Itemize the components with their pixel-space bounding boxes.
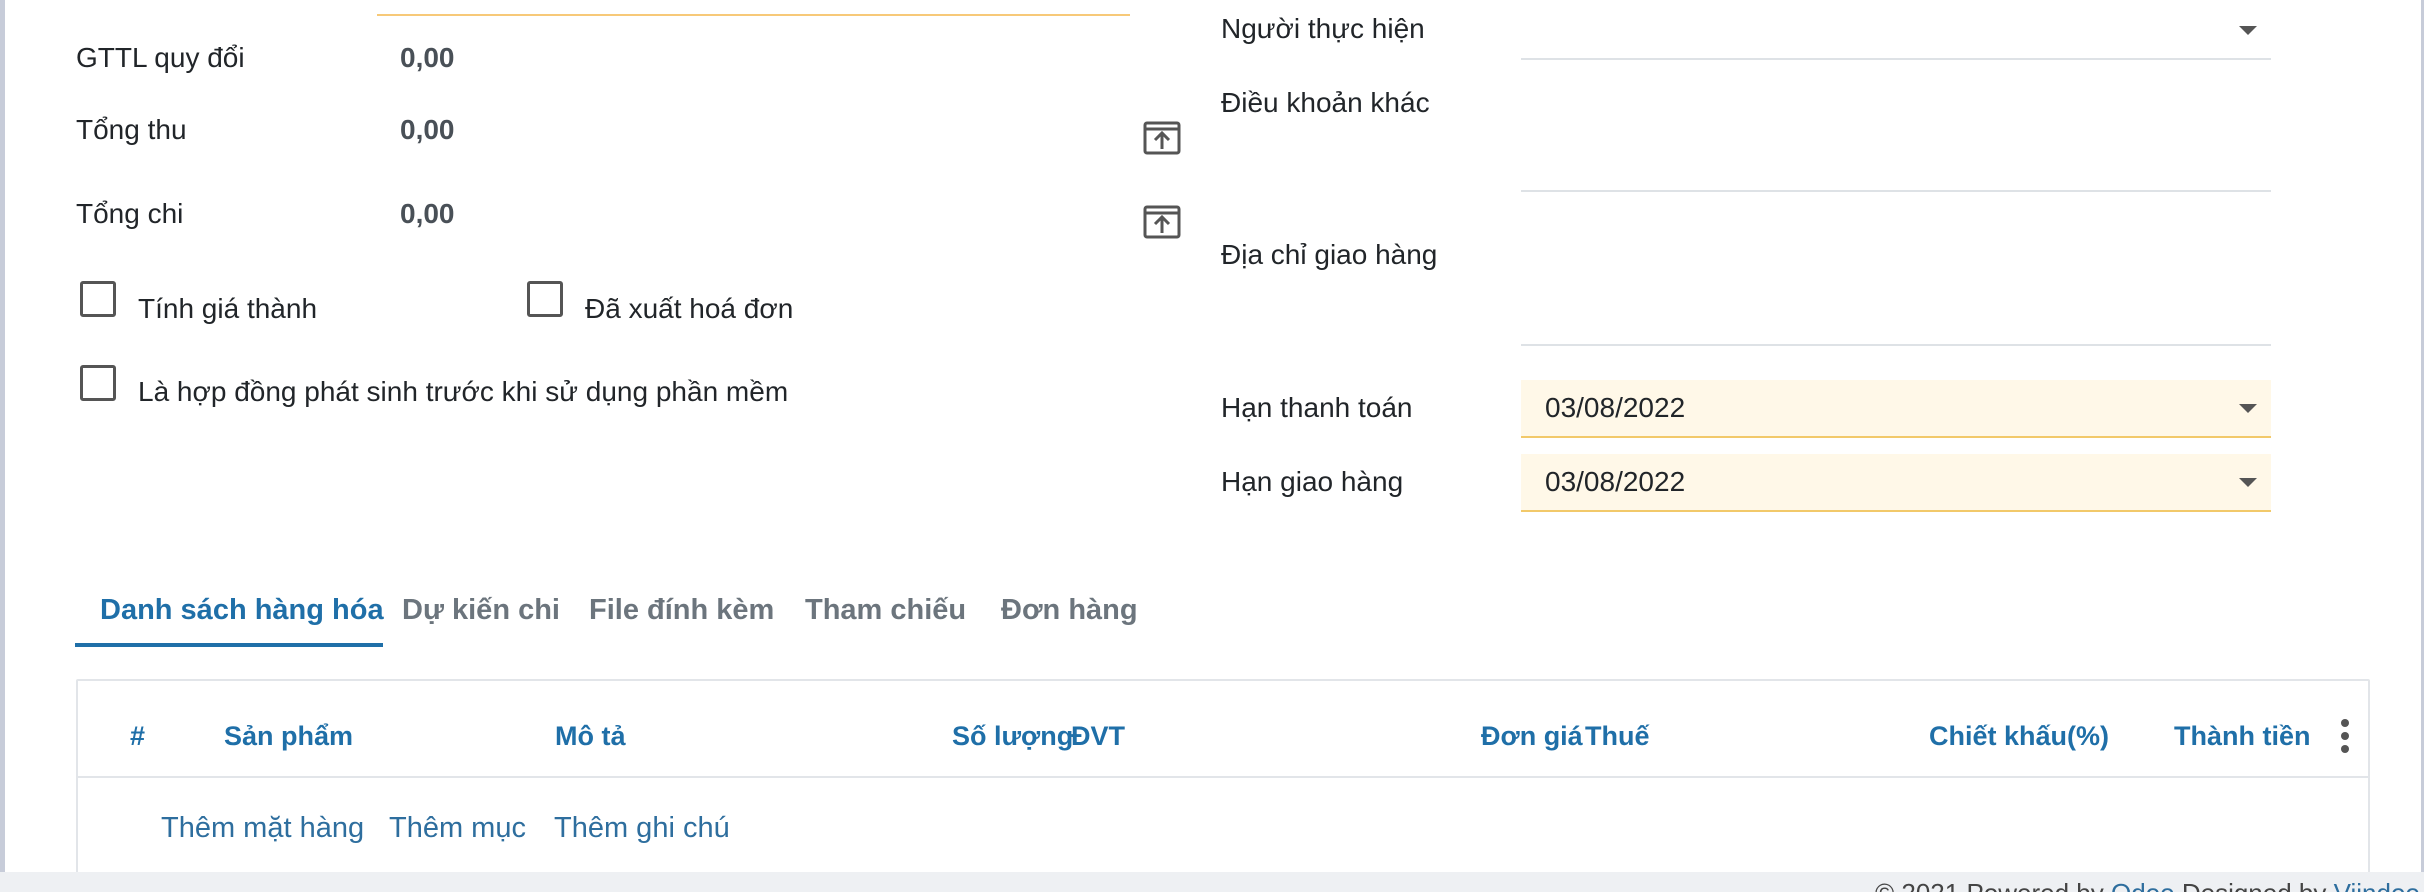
- tinh-gia-thanh-label: Tính giá thành: [138, 293, 318, 324]
- footer-text: © 2021 Powered by Odoo Designed by Viind…: [1875, 878, 2420, 892]
- caret-down-icon: [2239, 404, 2257, 413]
- tong-thu-value: 0,00: [400, 114, 455, 145]
- tab-don-hang[interactable]: Đơn hàng: [1001, 590, 1138, 630]
- tong-chi-upload-icon[interactable]: [1142, 201, 1182, 241]
- table-header-divider: [78, 776, 2368, 778]
- da-xuat-hoa-don-checkbox[interactable]: [527, 281, 563, 317]
- dia-chi-giao-hang-label: Địa chỉ giao hàng: [1221, 239, 1438, 270]
- tong-thu-label: Tổng thu: [76, 114, 187, 145]
- column-header-thue[interactable]: Thuế: [1585, 719, 1650, 753]
- han-giao-hang-value: 03/08/2022: [1545, 466, 1686, 497]
- tab-danh-sach-hang-hoa[interactable]: Danh sách hàng hóa: [100, 590, 384, 630]
- column-header-thanh-tien[interactable]: Thành tiền: [2174, 719, 2311, 753]
- gttl-label: GTTL quy đổi: [76, 42, 245, 73]
- active-tab-indicator: [75, 643, 383, 647]
- column-header-san-pham[interactable]: Sản phẩm: [224, 719, 353, 753]
- han-thanh-toan-value: 03/08/2022: [1545, 392, 1686, 423]
- tab-tham-chieu[interactable]: Tham chiếu: [805, 590, 966, 630]
- caret-down-icon: [2239, 478, 2257, 487]
- order-lines-table: # Sản phẩm Mô tả Số lượng ĐVT Đơn giá Th…: [76, 679, 2370, 872]
- column-header-dvt[interactable]: ĐVT: [1071, 719, 1125, 753]
- add-product-link[interactable]: Thêm mặt hàng: [161, 810, 364, 846]
- field-underline: [1521, 344, 2271, 346]
- add-note-link[interactable]: Thêm ghi chú: [554, 810, 730, 846]
- form-sheet: GTTL quy đổi 0,00 Tổng thu 0,00 Tổng chi…: [5, 0, 2421, 872]
- dia-chi-giao-hang-textarea[interactable]: [1521, 232, 2271, 346]
- hop-dong-phat-sinh-label: Là hợp đồng phát sinh trước khi sử dụng …: [138, 376, 789, 407]
- tong-thu-upload-icon[interactable]: [1142, 117, 1182, 157]
- dieu-khoan-khac-textarea[interactable]: [1521, 80, 2271, 192]
- tong-chi-label: Tổng chi: [76, 198, 184, 229]
- dieu-khoan-khac-label: Điều khoản khác: [1221, 87, 1430, 118]
- column-header-don-gia[interactable]: Đơn giá: [1481, 719, 1583, 753]
- nguoi-thuc-hien-label: Người thực hiện: [1221, 13, 1425, 44]
- caret-down-icon: [2239, 26, 2257, 35]
- column-header-index[interactable]: #: [130, 719, 145, 753]
- footer-prefix: © 2021 Powered by: [1875, 878, 2104, 892]
- add-section-link[interactable]: Thêm mục: [389, 810, 526, 846]
- field-underline: [1521, 58, 2271, 60]
- han-thanh-toan-label: Hạn thanh toán: [1221, 392, 1413, 423]
- footer-odoo-link[interactable]: Odoo: [2111, 878, 2175, 892]
- nguoi-thuc-hien-select[interactable]: [1521, 0, 2271, 60]
- tab-file-dinh-kem[interactable]: File đính kèm: [589, 590, 774, 630]
- column-header-chiet-khau[interactable]: Chiết khấu(%): [1929, 719, 2109, 753]
- footer-middle: Designed by: [2182, 878, 2327, 892]
- gttl-value: 0,00: [400, 42, 455, 73]
- column-header-so-luong[interactable]: Số lượng: [952, 719, 1073, 753]
- field-underline: [1521, 190, 2271, 192]
- han-thanh-toan-datepicker[interactable]: 03/08/2022: [1521, 380, 2271, 438]
- tab-du-kien-chi[interactable]: Dự kiến chi: [402, 590, 560, 630]
- hop-dong-phat-sinh-checkbox[interactable]: [80, 365, 116, 401]
- footer-viindoo-link[interactable]: Viindoo: [2334, 878, 2420, 892]
- han-giao-hang-label: Hạn giao hàng: [1221, 466, 1404, 497]
- page-footer: © 2021 Powered by Odoo Designed by Viind…: [0, 872, 2424, 892]
- kebab-menu-icon[interactable]: [2341, 719, 2349, 758]
- tong-chi-value: 0,00: [400, 198, 455, 229]
- han-giao-hang-datepicker[interactable]: 03/08/2022: [1521, 454, 2271, 512]
- tinh-gia-thanh-checkbox[interactable]: [80, 281, 116, 317]
- partial-top-field-underline[interactable]: [377, 14, 1130, 16]
- da-xuat-hoa-don-label: Đã xuất hoá đơn: [585, 293, 794, 324]
- column-header-mo-ta[interactable]: Mô tả: [555, 719, 626, 753]
